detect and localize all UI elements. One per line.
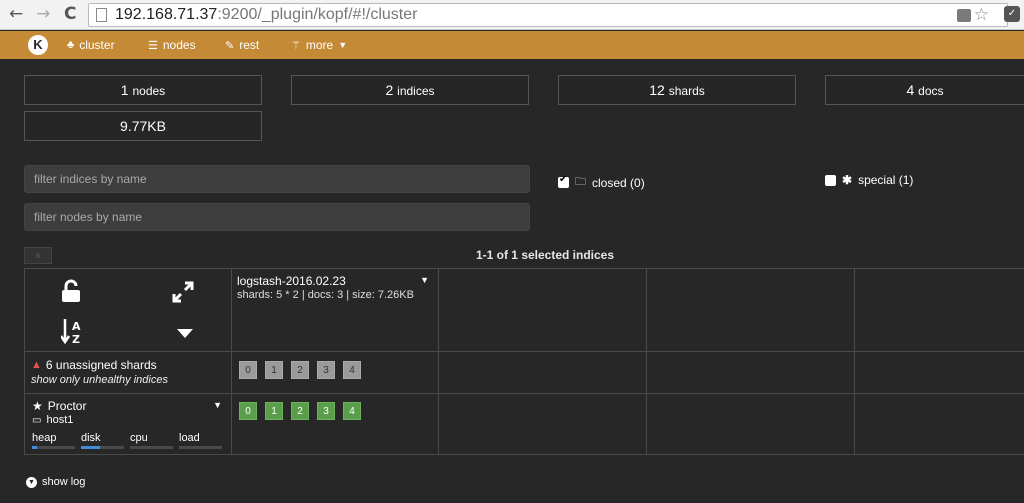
empty-cell [854,393,1024,455]
back-button[interactable]: ← [9,4,23,24]
nav-cluster[interactable]: ♣ cluster [67,38,115,52]
closed-checkbox[interactable] [558,174,569,188]
unassigned-warning: ▲ 6 unassigned shards [31,358,157,372]
edit-icon: ✎ [225,39,235,52]
pocket-icon[interactable]: ✓ [1004,6,1020,22]
disk-bar-fill [81,446,101,449]
shard-started[interactable]: 1 [265,402,283,420]
special-checkbox[interactable] [825,174,836,186]
empty-cell [438,393,647,455]
node-cell: ★ Proctor ▼ ▭ host1 heap disk cpu load [24,393,232,455]
stat-indices: 2 indices [291,75,529,105]
svg-text:A: A [72,320,81,333]
shard-unassigned[interactable]: 0 [239,361,257,379]
filter-nodes-input[interactable] [34,210,529,224]
stat-nodes: 1 nodes [24,75,262,105]
shard-unassigned[interactable]: 3 [317,361,335,379]
shard-started[interactable]: 0 [239,402,257,420]
heap-bar-fill [32,446,38,449]
node-name[interactable]: ★ Proctor [32,399,86,413]
sitemap-icon: ♣ [67,39,75,51]
node-shards-cell: 0 1 2 3 4 [231,393,439,455]
server-icon: ▭ [32,414,42,426]
metric-disk: disk [81,432,124,449]
shard-unassigned[interactable]: 1 [265,361,283,379]
empty-cell [438,351,647,394]
address-bar[interactable]: 192.168.71.37:9200/_plugin/kopf/#!/clust… [88,3,1008,27]
stat-size: 9.77KB [24,111,262,141]
unassigned-shards-cell: 0 1 2 3 4 [231,351,439,394]
url-text: 192.168.71.37:9200/_plugin/kopf/#!/clust… [115,6,418,23]
metric-heap: heap [32,432,75,449]
unlock-icon[interactable] [61,279,81,303]
browser-toolbar: ← → C 192.168.71.37:9200/_plugin/kopf/#!… [0,0,1024,30]
node-metrics: heap disk cpu load [32,432,222,449]
svg-text:Z: Z [72,333,80,345]
reload-button[interactable]: C [64,4,76,24]
nav-nodes-label: nodes [162,38,196,52]
index-meta: shards: 5 * 2 | docs: 3 | size: 7.26KB [237,289,414,301]
empty-header-cell [854,268,1024,352]
index-header-cell: logstash-2016.02.23 ▼ shards: 5 * 2 | do… [231,268,439,352]
nav-nodes[interactable]: ☰ nodes [148,38,196,52]
shard-unassigned[interactable]: 4 [343,361,361,379]
caret-down-icon: ▼ [338,40,348,50]
warning-icon: ▲ [31,359,42,371]
shard-started[interactable]: 4 [343,402,361,420]
list-icon: ☰ [148,39,158,52]
asterisk-icon: ✱ [842,173,853,187]
page-icon [96,8,107,22]
special-label: special (1) [858,173,914,187]
empty-header-cell [438,268,647,352]
expand-icon[interactable] [172,281,194,303]
special-filter[interactable]: ✱ special (1) [825,173,913,187]
index-caret-icon[interactable]: ▼ [420,275,429,285]
table-controls-cell: A Z [24,268,232,352]
translate-icon[interactable] [957,9,971,22]
node-caret-icon[interactable]: ▼ [213,400,222,410]
nav-cluster-label: cluster [79,38,115,52]
caret-down-icon[interactable] [177,329,193,338]
closed-filter[interactable]: 🗀 closed (0) [558,173,645,192]
shard-started[interactable]: 2 [291,402,309,420]
master-star-icon: ★ [32,399,43,413]
metric-load: load [179,432,222,449]
filter-indices-field[interactable] [24,165,530,193]
forward-button[interactable]: → [36,4,50,24]
index-name[interactable]: logstash-2016.02.23 [237,274,346,288]
cluster-table: A Z logstash-2016.02.23 ▼ shards: 5 * 2 … [24,268,1024,456]
empty-cell [646,393,855,455]
pagination-summary: 1-1 of 1 selected indices [475,248,615,262]
unhealthy-link[interactable]: show only unhealthy indices [31,374,168,386]
app-navbar: K ♣ cluster ☰ nodes ✎ rest ⚚ more ▼ [0,31,1024,59]
shard-unassigned[interactable]: 2 [291,361,309,379]
shard-started[interactable]: 3 [317,402,335,420]
nav-more-label: more [305,38,334,52]
nav-rest-label: rest [239,38,260,52]
nav-rest[interactable]: ✎ rest [225,38,259,52]
kopf-logo[interactable]: K [28,35,48,55]
nav-more[interactable]: ⚚ more ▼ [291,38,347,52]
node-host: ▭ host1 [32,414,74,426]
sort-alpha-icon[interactable]: A Z [61,317,83,345]
chevron-down-circle-icon: ▼ [26,476,37,488]
empty-header-cell [646,268,855,352]
filter-nodes-field[interactable] [24,203,530,231]
closed-label: closed (0) [592,175,645,190]
folder-icon: 🗀 [575,176,586,188]
empty-cell [854,351,1024,394]
metric-cpu: cpu [130,432,173,449]
empty-cell [646,351,855,394]
stat-docs: 4 docs [825,75,1024,105]
magic-wand-icon: ⚚ [291,39,301,52]
filter-indices-input[interactable] [34,172,529,186]
show-log-toggle[interactable]: ▼ show log [26,476,85,488]
unassigned-cell: ▲ 6 unassigned shards show only unhealth… [24,351,232,394]
stat-shards: 12 shards [558,75,796,105]
bookmark-star-icon[interactable]: ☆ [974,5,989,25]
